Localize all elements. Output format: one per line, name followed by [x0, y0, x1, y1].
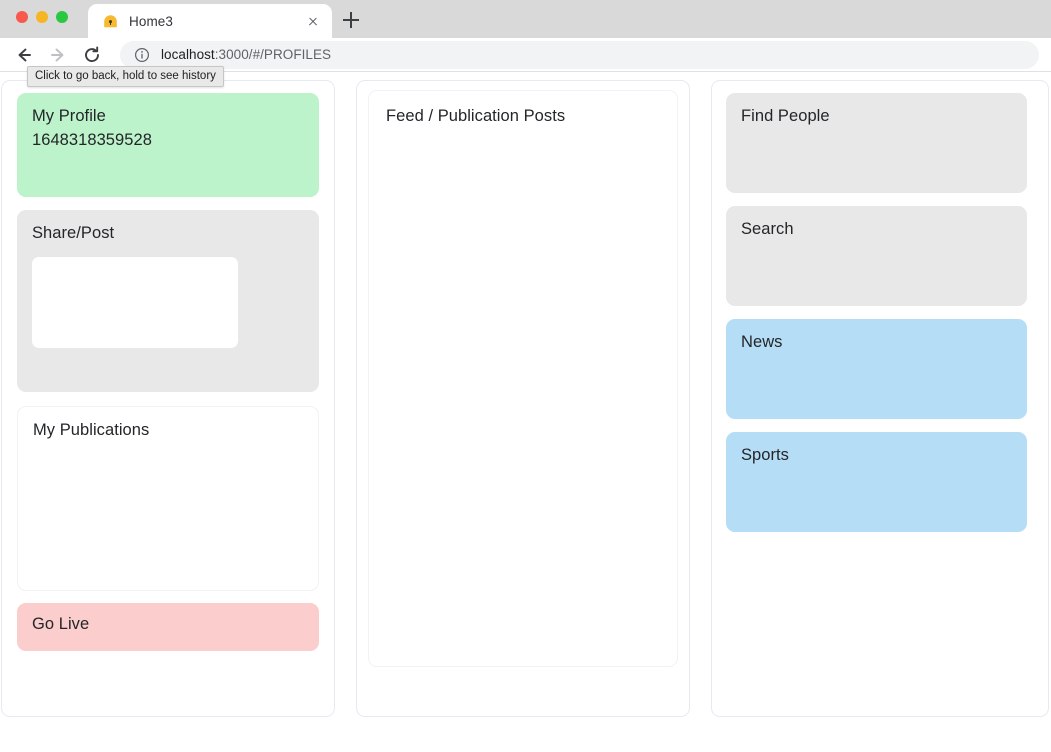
go-live-title: Go Live [32, 615, 90, 633]
plus-icon[interactable] [340, 9, 362, 31]
share-post-title: Share/Post [32, 224, 115, 242]
share-post-input[interactable] [32, 256, 238, 348]
find-people-card[interactable]: Find People [726, 93, 1027, 193]
share-post-card: Share/Post [17, 210, 319, 392]
info-circle-icon[interactable] [134, 47, 150, 63]
my-profile-title: My Profile [32, 107, 106, 125]
maximize-window-button[interactable] [56, 11, 68, 23]
feed-title: Feed / Publication Posts [386, 107, 566, 125]
sports-title: Sports [741, 446, 789, 464]
search-card[interactable]: Search [726, 206, 1027, 306]
my-profile-user-id: 1648318359528 [32, 130, 152, 149]
find-people-title: Find People [741, 107, 830, 125]
my-publications-card: My Publications [17, 406, 319, 591]
url-text: localhost:3000/#/PROFILES [161, 47, 331, 62]
address-bar[interactable]: localhost:3000/#/PROFILES [120, 40, 1039, 69]
search-title: Search [741, 220, 794, 238]
tab-title: Home3 [129, 13, 174, 29]
close-icon[interactable] [304, 12, 322, 30]
go-live-card[interactable]: Go Live [17, 603, 319, 651]
browser-window: Home3 localhost:3000/#/PROFILES Click to… [0, 0, 1051, 752]
sports-card[interactable]: Sports [726, 432, 1027, 532]
news-card[interactable]: News [726, 319, 1027, 419]
page-viewport: My Profile 1648318359528 Share/Post My P… [0, 73, 1051, 752]
url-path: :3000/#/PROFILES [214, 47, 332, 62]
my-profile-card[interactable]: My Profile 1648318359528 [17, 93, 319, 197]
browser-tab[interactable]: Home3 [88, 4, 332, 38]
dome-favicon [102, 13, 119, 30]
left-panel: My Profile 1648318359528 Share/Post My P… [1, 80, 335, 717]
news-title: News [741, 333, 783, 351]
three-column-layout: My Profile 1648318359528 Share/Post My P… [0, 73, 1051, 717]
middle-panel: Feed / Publication Posts [356, 80, 690, 717]
tab-strip: Home3 [0, 0, 1051, 38]
url-host: localhost [161, 47, 215, 62]
window-controls [16, 11, 68, 23]
feed-card: Feed / Publication Posts [368, 90, 678, 667]
back-button-tooltip: Click to go back, hold to see history [27, 66, 224, 87]
my-publications-title: My Publications [33, 421, 150, 439]
close-window-button[interactable] [16, 11, 28, 23]
right-panel: Find People Search News Sports [711, 80, 1049, 717]
minimize-window-button[interactable] [36, 11, 48, 23]
